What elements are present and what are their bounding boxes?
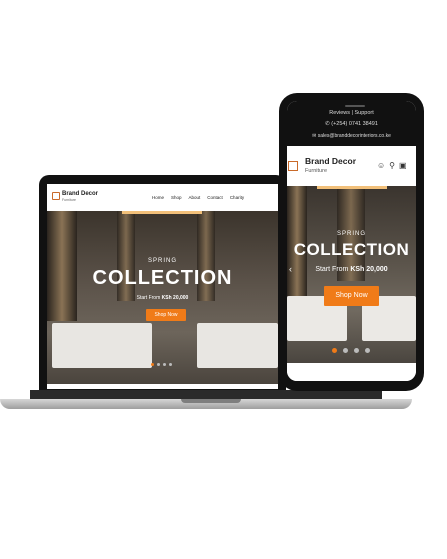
laptop-viewport: Brand Decor Furniture Home Shop About Co… [47, 184, 278, 389]
cart-icon[interactable]: ▣ [399, 161, 407, 170]
phone-speaker [345, 105, 365, 107]
nav-shop[interactable]: Shop [171, 195, 182, 200]
nav-contact[interactable]: Contact [207, 195, 223, 200]
phone-header-icons: ☺ ⚲ ▣ [377, 161, 407, 170]
laptop-brand-sub: Furniture [62, 198, 77, 202]
hero-price: Start From KSh 20,000 [287, 266, 416, 273]
phone-number: ✆ (+254) 0741 38491 [287, 121, 416, 127]
hero-price-prefix: Start From [136, 295, 162, 301]
phone-frame: Reviews | Support ✆ (+254) 0741 38491 ✉ … [279, 93, 424, 391]
hero-title: COLLECTION [92, 267, 233, 289]
logo-icon[interactable] [288, 161, 298, 171]
phone-topbar: Reviews | Support ✆ (+254) 0741 38491 ✉ … [287, 101, 416, 146]
hero-ceiling-light [317, 186, 387, 189]
laptop-hinge [181, 399, 241, 403]
logo-icon[interactable] [52, 192, 60, 200]
phone-header: Brand Decor Furniture ☺ ⚲ ▣ [287, 146, 416, 186]
hero-price-value: KSh 20,000 [350, 266, 388, 273]
laptop-frame: Brand Decor Furniture Home Shop About Co… [39, 175, 286, 390]
slider-dot[interactable] [354, 348, 359, 353]
slider-dot[interactable] [151, 363, 154, 366]
search-icon[interactable]: ⚲ [389, 161, 395, 170]
envelope-icon: ✉ [312, 133, 317, 139]
nav-home[interactable]: Home [152, 195, 164, 200]
phone-email[interactable]: ✉ sales@branddecorinteriors.co.ke [287, 133, 416, 139]
phone-bottom-bar [287, 363, 416, 381]
hero-bed [197, 323, 278, 368]
user-icon[interactable]: ☺ [377, 161, 385, 170]
shop-now-button[interactable]: Shop Now [146, 309, 186, 321]
hero-bed [52, 323, 152, 368]
slider-dot[interactable] [157, 363, 160, 366]
phone-number-text: (+254) 0741 38491 [331, 121, 378, 127]
slider-dot[interactable] [332, 348, 337, 353]
hero-season: SPRING [147, 258, 177, 264]
hero-season: SPRING [336, 231, 366, 237]
laptop-navbar: Brand Decor Furniture Home Shop About Co… [47, 184, 278, 211]
slider-dot[interactable] [343, 348, 348, 353]
slider-dot[interactable] [365, 348, 370, 353]
slider-dot[interactable] [163, 363, 166, 366]
slider-dot[interactable] [169, 363, 172, 366]
hero-price: Start From KSh 20,000 [47, 295, 278, 301]
phone-brand-sub: Furniture [305, 168, 328, 174]
hero-price-value: KSh 20,000 [161, 295, 189, 301]
phone-email-text: sales@branddecorinteriors.co.ke [317, 133, 391, 139]
phone-hero-slider: ‹ SPRING COLLECTION Start From KSh 20,00… [287, 186, 416, 363]
phone-viewport: Reviews | Support ✆ (+254) 0741 38491 ✉ … [287, 101, 416, 381]
nav-charity[interactable]: Charity [230, 195, 244, 200]
slider-dots [151, 363, 172, 366]
hero-price-prefix: Start From [315, 266, 351, 273]
nav-about[interactable]: About [189, 195, 201, 200]
phone-brand[interactable]: Brand Decor [305, 156, 356, 166]
hero-title: COLLECTION [293, 240, 410, 259]
phone-icon: ✆ [325, 121, 330, 127]
laptop-hero-slider: SPRING COLLECTION Start From KSh 20,000 … [47, 211, 278, 384]
phone-top-links[interactable]: Reviews | Support [287, 110, 416, 116]
hero-ceiling-light [122, 211, 202, 214]
laptop-brand[interactable]: Brand Decor [62, 191, 98, 197]
slider-dots [332, 348, 370, 353]
shop-now-button[interactable]: Shop Now [324, 286, 379, 306]
hero-wall-panel [47, 211, 77, 321]
laptop-menu: Home Shop About Contact Charity [152, 195, 244, 200]
